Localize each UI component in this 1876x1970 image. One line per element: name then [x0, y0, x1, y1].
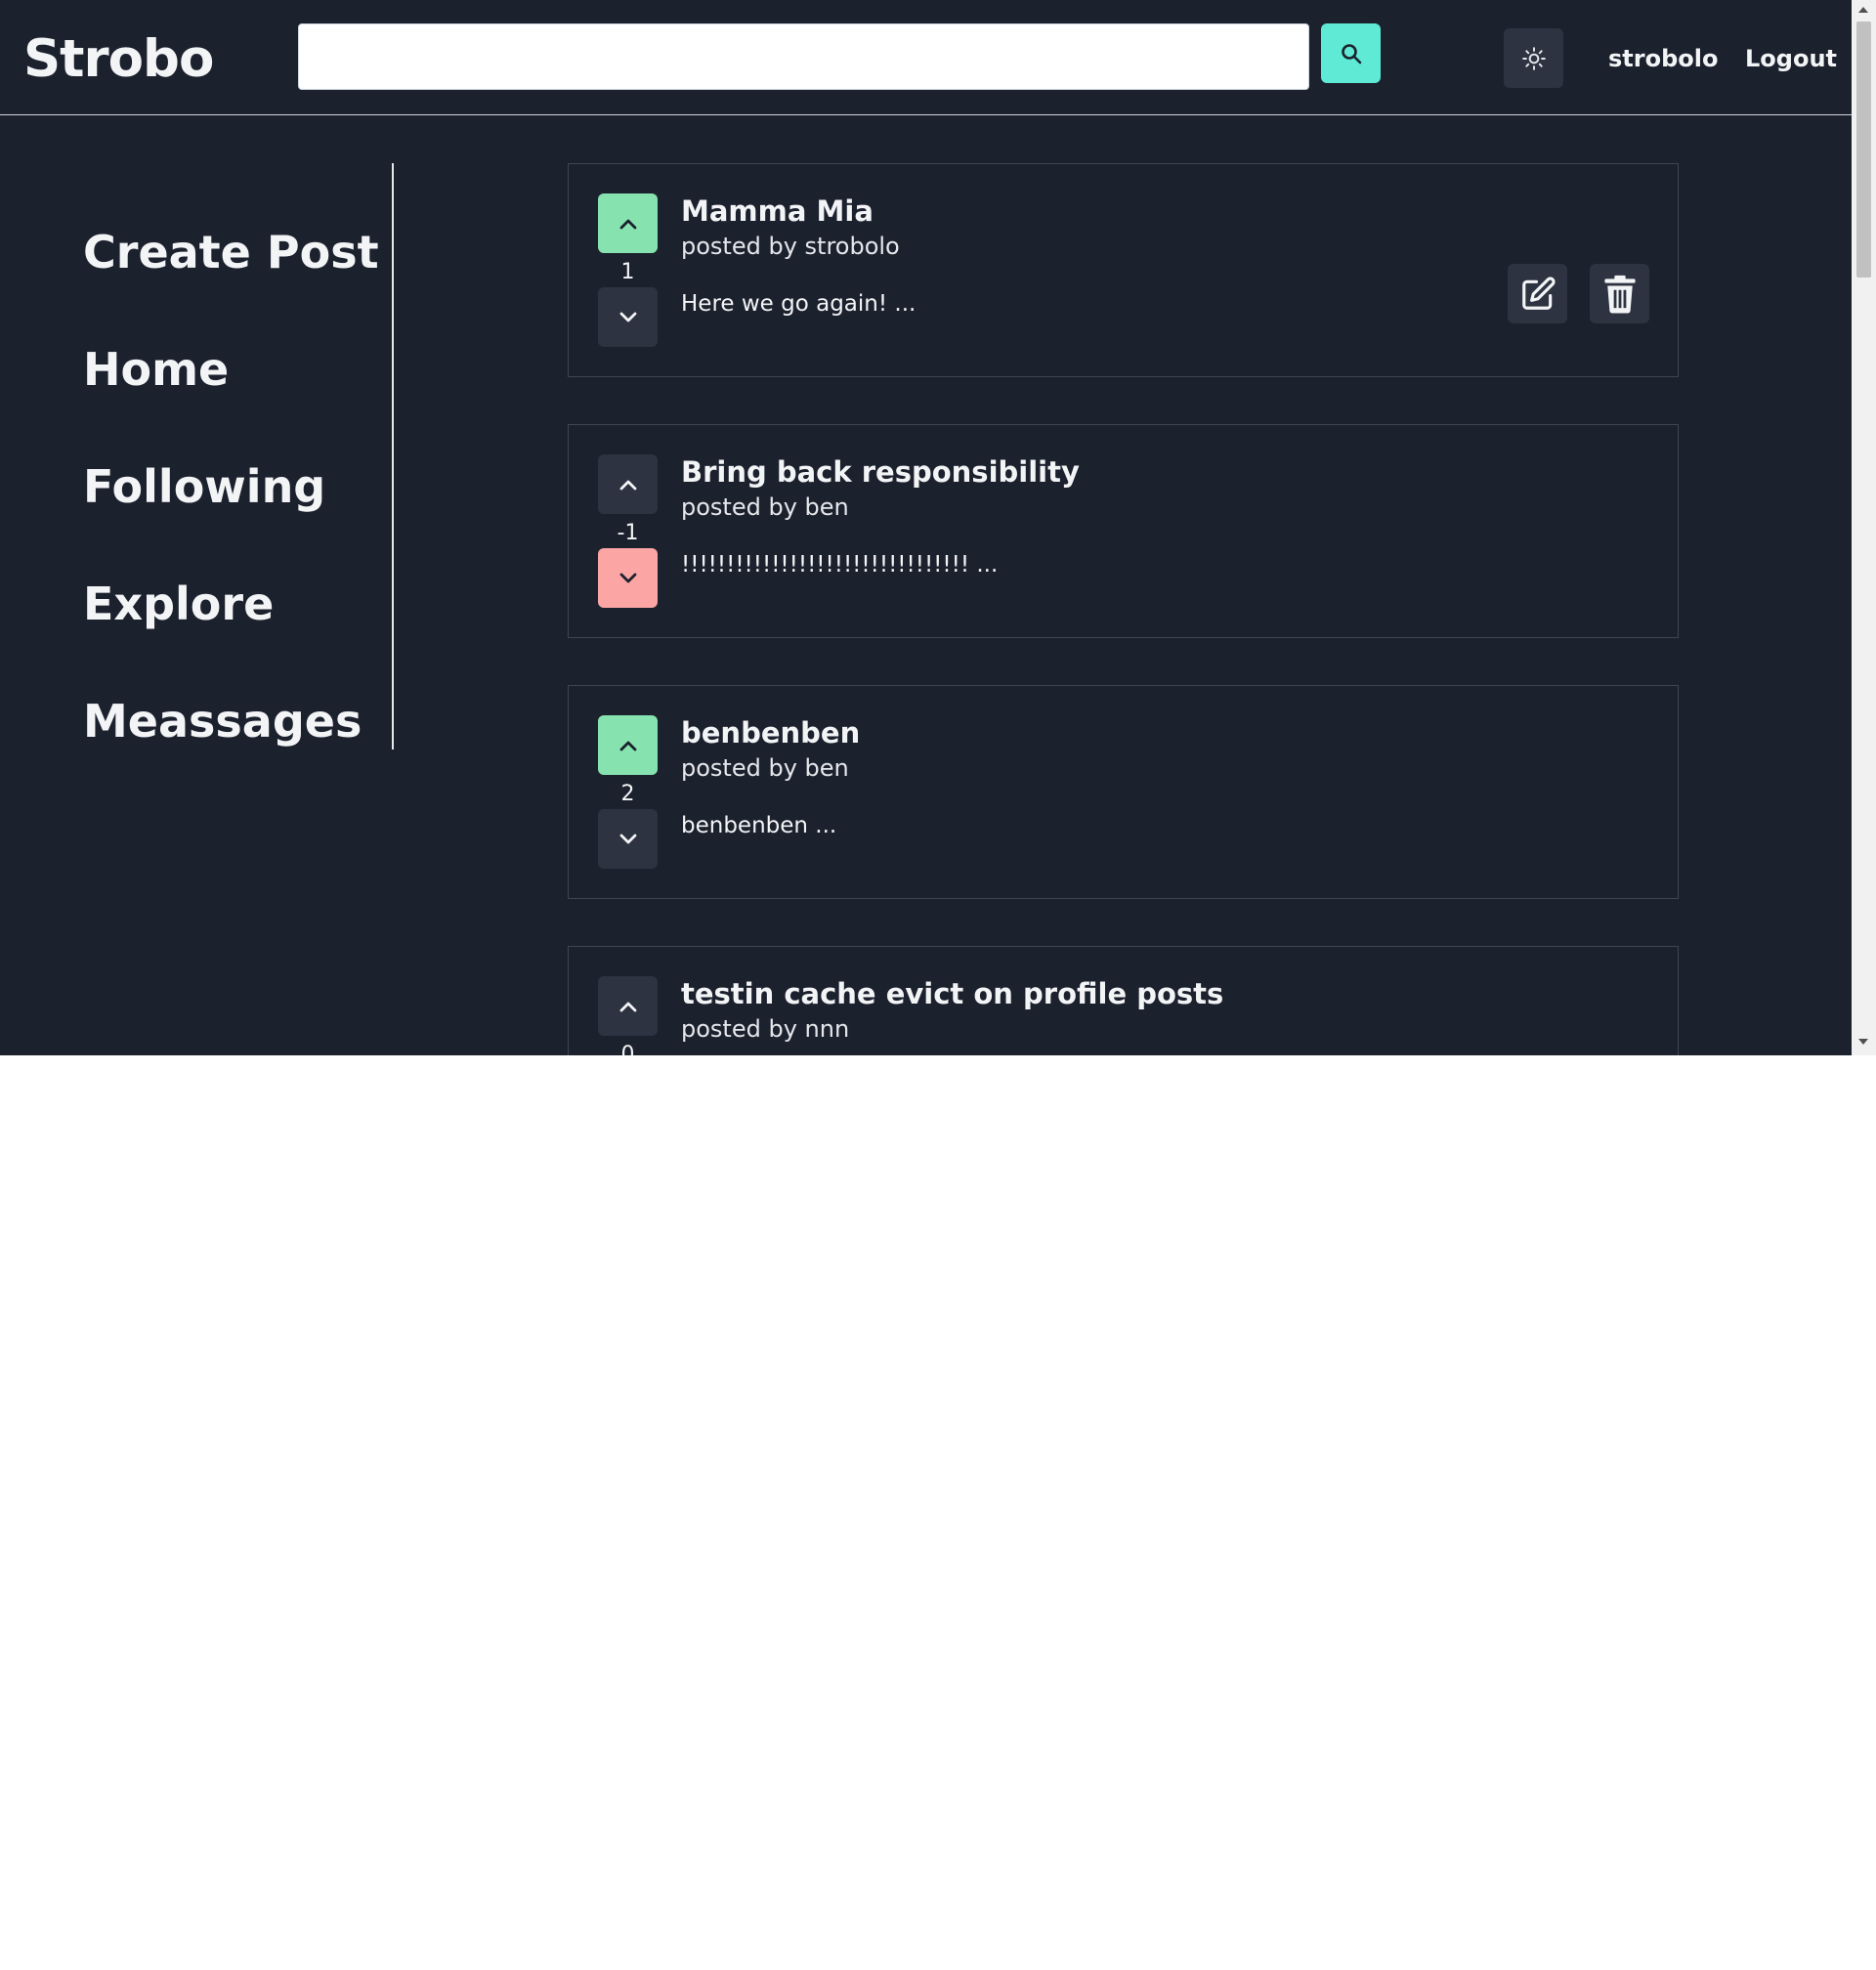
vote-score: 0	[620, 1043, 635, 1055]
post-card[interactable]: 0 testin cache evict on profile posts po…	[568, 946, 1679, 1055]
post-card[interactable]: 1 Mamma Mia posted by strobolo Here we g…	[568, 163, 1679, 377]
edit-post-button[interactable]	[1508, 264, 1567, 323]
chevron-up-icon	[618, 739, 639, 752]
post-author: posted by ben	[681, 754, 849, 782]
vote-score: 2	[620, 782, 635, 806]
vote-score: 1	[620, 260, 635, 284]
edit-icon	[1519, 276, 1556, 313]
post-title[interactable]: benbenben	[681, 715, 860, 750]
downvote-button[interactable]	[598, 809, 658, 869]
post-card[interactable]: 2 benbenben posted by ben benbenben ...	[568, 685, 1679, 899]
scroll-up-arrow[interactable]	[1858, 7, 1868, 13]
page-scrollbar[interactable]	[1852, 0, 1876, 1055]
post-author: posted by nnn	[681, 1015, 850, 1043]
sidebar-item-messages[interactable]: Meassages	[83, 692, 362, 750]
app-window: Strobo strobolo Logout Create Post Home …	[0, 0, 1852, 1055]
sidebar-item-explore[interactable]: Explore	[83, 575, 274, 633]
upvote-button[interactable]	[598, 454, 658, 514]
chevron-up-icon	[618, 217, 639, 231]
post-title[interactable]: Mamma Mia	[681, 193, 874, 229]
post-card[interactable]: -1 Bring back responsibility posted by b…	[568, 424, 1679, 638]
search-button[interactable]	[1321, 23, 1381, 83]
vote-score: -1	[617, 521, 639, 545]
sidebar-item-following[interactable]: Following	[83, 457, 325, 516]
search-icon	[1340, 42, 1363, 65]
upvote-button[interactable]	[598, 976, 658, 1036]
trash-icon	[1603, 275, 1637, 314]
scroll-down-arrow[interactable]	[1858, 1039, 1868, 1045]
search-input[interactable]	[298, 23, 1309, 90]
chevron-down-icon	[618, 572, 639, 585]
chevron-up-icon	[618, 478, 639, 492]
post-preview: !!!!!!!!!!!!!!!!!!!!!!!!!!!!!!!! ...	[681, 552, 999, 578]
post-preview: benbenben ...	[681, 813, 837, 838]
delete-post-button[interactable]	[1590, 264, 1649, 323]
post-title[interactable]: testin cache evict on profile posts	[681, 976, 1223, 1011]
logo[interactable]: Strobo	[23, 27, 214, 92]
post-author: posted by ben	[681, 493, 849, 521]
upvote-button[interactable]	[598, 193, 658, 253]
logout-link[interactable]: Logout	[1745, 43, 1837, 74]
chevron-up-icon	[618, 1000, 639, 1013]
sidebar-item-create-post[interactable]: Create Post	[83, 223, 379, 281]
top-navbar: Strobo strobolo Logout	[0, 0, 1852, 115]
chevron-down-icon	[618, 833, 639, 846]
sidebar-nav: Create Post Home Following Explore Meass…	[0, 163, 394, 749]
downvote-button[interactable]	[598, 287, 658, 347]
chevron-down-icon	[618, 311, 639, 324]
post-title[interactable]: Bring back responsibility	[681, 454, 1080, 490]
theme-toggle-button[interactable]	[1504, 28, 1563, 88]
post-preview: Here we go again! ...	[681, 291, 917, 317]
profile-link[interactable]: strobolo	[1608, 43, 1718, 74]
downvote-button[interactable]	[598, 548, 658, 608]
post-author: posted by strobolo	[681, 233, 900, 260]
scrollbar-thumb[interactable]	[1856, 21, 1871, 278]
sidebar-item-home[interactable]: Home	[83, 340, 229, 399]
sun-icon	[1521, 46, 1547, 71]
upvote-button[interactable]	[598, 715, 658, 775]
